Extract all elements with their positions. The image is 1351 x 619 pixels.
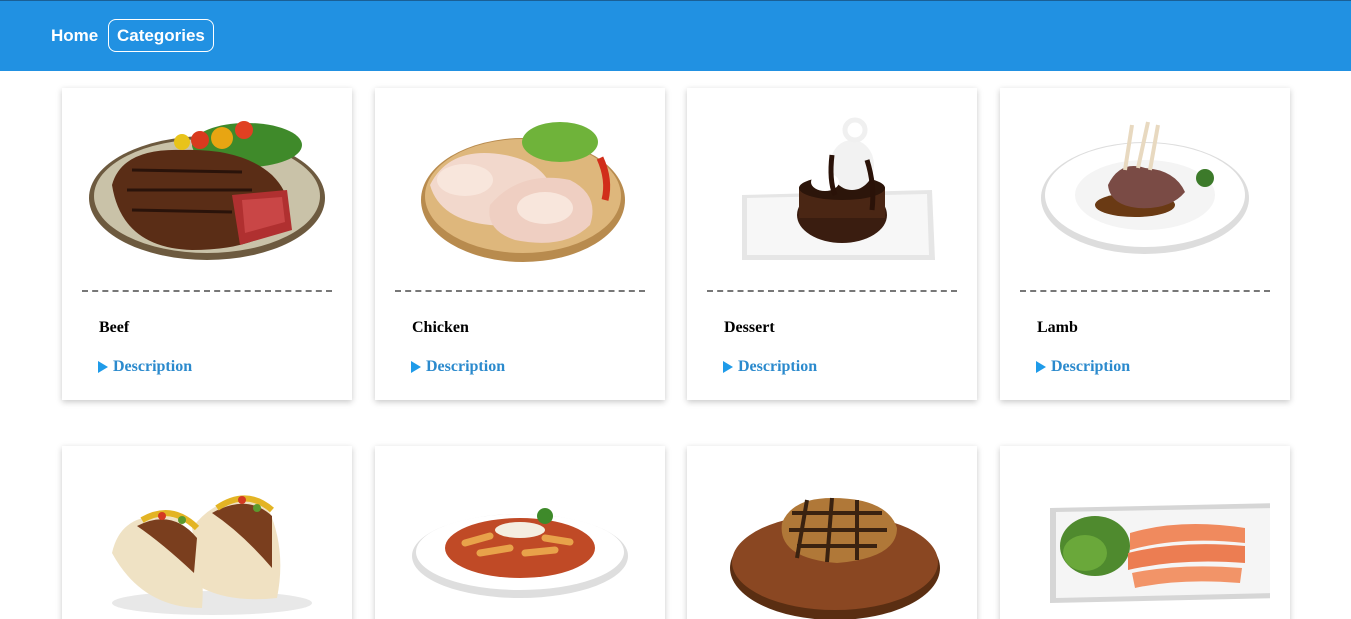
card-divider [82,290,332,292]
category-card-pasta[interactable] [375,446,665,619]
salmon-platter-image [1020,458,1270,619]
description-toggle[interactable]: Description [1036,358,1130,376]
category-card-chicken[interactable]: Chicken Description [375,88,665,400]
description-toggle[interactable]: Description [98,358,192,376]
card-divider [707,290,957,292]
triangle-right-icon [723,361,733,373]
category-title: Chicken [412,319,469,336]
pork-chop-image [707,458,957,619]
lamb-rack-image [1020,100,1270,270]
nav-categories-link[interactable]: Categories [108,19,214,52]
pasta-image [395,458,645,619]
raw-chicken-image [395,100,645,270]
category-title: Dessert [724,319,775,336]
description-label: Description [426,358,506,375]
top-navbar: Home Categories [0,0,1351,71]
triangle-right-icon [411,361,421,373]
category-title: Lamb [1037,319,1078,336]
category-card-lamb[interactable]: Lamb Description [1000,88,1290,400]
nav-home-link[interactable]: Home [42,19,107,52]
description-label: Description [1051,358,1131,375]
tacos-image [82,458,332,619]
category-card-pork[interactable] [687,446,977,619]
description-toggle[interactable]: Description [411,358,505,376]
category-card-beef[interactable]: Beef Description [62,88,352,400]
triangle-right-icon [1036,361,1046,373]
description-toggle[interactable]: Description [723,358,817,376]
card-divider [1020,290,1270,292]
chocolate-cake-image [707,100,957,270]
beef-steak-image [82,100,332,270]
category-title: Beef [99,319,130,336]
description-label: Description [738,358,818,375]
category-card-dessert[interactable]: Dessert Description [687,88,977,400]
category-card-salmon[interactable] [1000,446,1290,619]
card-divider [395,290,645,292]
category-card-tacos[interactable] [62,446,352,619]
description-label: Description [113,358,193,375]
triangle-right-icon [98,361,108,373]
